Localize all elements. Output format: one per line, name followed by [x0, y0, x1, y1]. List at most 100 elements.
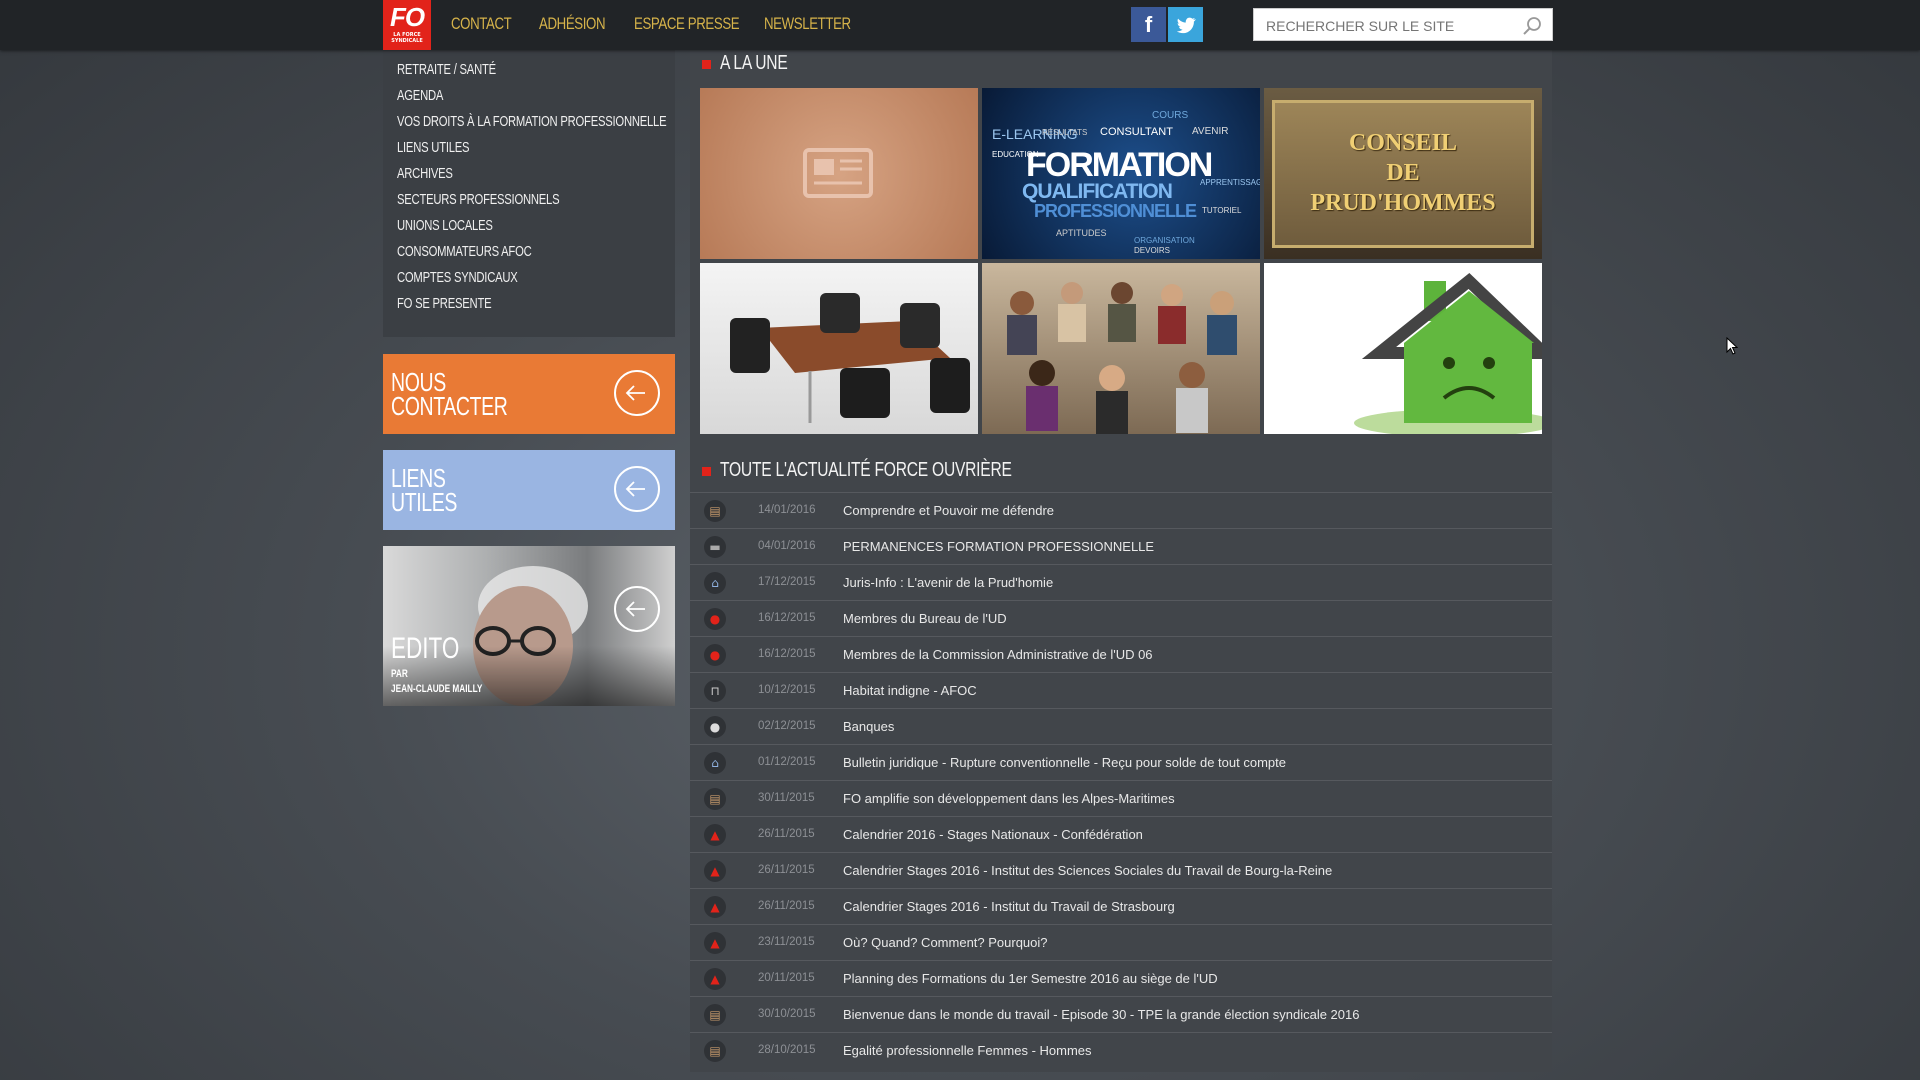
arrow-left-icon: [614, 370, 660, 416]
nav-espace-presse[interactable]: ESPACE PRESSE: [634, 14, 740, 34]
tile-word: TUTORIEL: [1202, 206, 1242, 215]
nav-newsletter[interactable]: NEWSLETTER: [764, 14, 851, 34]
news-link[interactable]: Bulletin juridique - Rupture conventionn…: [843, 755, 1286, 770]
sidebar-item-archives[interactable]: ARCHIVES: [397, 165, 453, 182]
news-link[interactable]: Calendrier Stages 2016 - Institut du Tra…: [843, 899, 1175, 914]
search-icon[interactable]: [1522, 16, 1542, 36]
news-link[interactable]: Calendrier Stages 2016 - Institut des Sc…: [843, 863, 1332, 878]
news-link[interactable]: Habitat indigne - AFOC: [843, 683, 977, 698]
news-link[interactable]: FO amplifie son développement dans les A…: [843, 791, 1175, 806]
une-tile-groupe[interactable]: [982, 263, 1260, 434]
news-link[interactable]: Planning des Formations du 1er Semestre …: [843, 971, 1218, 986]
sidebar-item-secteurs[interactable]: SECTEURS PROFESSIONNELS: [397, 191, 560, 208]
news-link[interactable]: Membres de la Commission Administrative …: [843, 647, 1153, 662]
news-date: 30/10/2015: [758, 1008, 816, 1020]
edito-author: JEAN-CLAUDE MAILLY: [391, 683, 483, 695]
news-row[interactable]: ● 16/12/2015 Membres de la Commission Admi…: [690, 636, 1552, 673]
sidebar-item-retraite[interactable]: RETRAITE / SANTÉ: [397, 61, 496, 78]
twitter-icon[interactable]: [1168, 7, 1203, 42]
news-date: 10/12/2015: [758, 684, 816, 696]
edito-title: EDITO: [391, 632, 460, 665]
nav-contact[interactable]: CONTACT: [451, 14, 512, 34]
news-row[interactable]: ▤ 30/11/2015 FO amplifie son développement…: [690, 780, 1552, 817]
news-row[interactable]: ▲ 26/11/2015 Calendrier Stages 2016 - Inst…: [690, 888, 1552, 925]
news-row[interactable]: ▲ 26/11/2015 Calendrier Stages 2016 - Inst…: [690, 852, 1552, 889]
news-link[interactable]: Juris-Info : L'avenir de la Prud'homie: [843, 575, 1053, 590]
pawn-icon: ▲: [704, 860, 726, 882]
edito-card[interactable]: EDITO PAR JEAN-CLAUDE MAILLY: [383, 546, 675, 706]
tile-word: EDUCATION: [992, 150, 1039, 159]
pawn-icon: ▲: [704, 896, 726, 918]
cta-label: CONTACTER: [391, 391, 508, 421]
search-box: [1253, 8, 1553, 41]
une-tile-habitat[interactable]: [1264, 263, 1542, 434]
news-link[interactable]: Membres du Bureau de l'UD: [843, 611, 1007, 626]
news-row[interactable]: ⌂ 01/12/2015 Bulletin juridique - Rupture …: [690, 744, 1552, 781]
nav-adhesion[interactable]: ADHÉSION: [539, 14, 606, 34]
une-tile-formation[interactable]: E-LEARNING CONSULTANT COURS AVENIR FORMA…: [982, 88, 1260, 259]
sidebar-item-liens[interactable]: LIENS UTILES: [397, 139, 470, 156]
search-input[interactable]: [1264, 15, 1498, 37]
edito-by: PAR: [391, 668, 408, 680]
sidebar-item-afoc[interactable]: CONSOMMATEURS AFOC: [397, 243, 532, 260]
section-marker: [702, 467, 711, 476]
news-date: 14/01/2016: [758, 504, 816, 516]
news-row[interactable]: ▤ 28/10/2015 Egalité professionnelle Femme…: [690, 1032, 1552, 1069]
news-row[interactable]: ▤ 30/10/2015 Bienvenue dans le monde du tr…: [690, 996, 1552, 1033]
cart-icon: ⊓: [704, 680, 726, 702]
news-row[interactable]: ▲ 23/11/2015 Où? Quand? Comment? Pourquoi?: [690, 924, 1552, 961]
arrow-left-icon: [614, 586, 660, 632]
news-date: 02/12/2015: [758, 720, 816, 732]
main-content: A LA UNE E-LEARNING CONSULTANT COURS AVE…: [690, 50, 1552, 1072]
logo-subtext: SYNDICALE: [391, 38, 423, 44]
sidebar-item-agenda[interactable]: AGENDA: [397, 87, 443, 104]
news-date: 28/10/2015: [758, 1044, 816, 1056]
sidebar-item-unions[interactable]: UNIONS LOCALES: [397, 217, 493, 234]
news-date: 26/11/2015: [758, 900, 815, 912]
une-tile-conseil[interactable]: CONSEIL DE PRUD'HOMMES: [1264, 88, 1542, 259]
sidebar-item-fo-presente[interactable]: FO SE PRESENTE: [397, 295, 492, 312]
news-link[interactable]: Où? Quand? Comment? Pourquoi?: [843, 935, 1048, 950]
liens-utiles-button[interactable]: LIENS UTILES: [383, 450, 675, 530]
news-row[interactable]: ▲ 26/11/2015 Calendrier 2016 - Stages Nati…: [690, 816, 1552, 853]
fo-logo[interactable]: FO LA FORCE SYNDICALE: [383, 0, 431, 50]
section-marker: [702, 60, 711, 69]
une-tile-reunion[interactable]: [700, 263, 978, 434]
news-row[interactable]: ● 16/12/2015 Membres du Bureau de l'UD: [690, 600, 1552, 637]
news-link[interactable]: Egalité professionnelle Femmes - Hommes: [843, 1043, 1092, 1058]
news-link[interactable]: Comprendre et Pouvoir me défendre: [843, 503, 1054, 518]
news-row[interactable]: ▬ 04/01/2016 PERMANENCES FORMATION PROFESS…: [690, 528, 1552, 565]
people-icon: ●: [704, 644, 726, 666]
tile-word: AVENIR: [1192, 126, 1229, 137]
tile-word: CONSULTANT: [1100, 126, 1173, 138]
sidebar-item-comptes[interactable]: COMPTES SYNDICAUX: [397, 269, 518, 286]
news-date: 17/12/2015: [758, 576, 816, 588]
pawn-icon: ▲: [704, 968, 726, 990]
news-row[interactable]: ⊓ 10/12/2015 Habitat indigne - AFOC: [690, 672, 1552, 709]
news-link[interactable]: Bienvenue dans le monde du travail - Epi…: [843, 1007, 1359, 1022]
sidebar-item-cut[interactable]: [397, 50, 400, 59]
news-row[interactable]: ⌂ 17/12/2015 Juris-Info : L'avenir de la P…: [690, 564, 1552, 601]
news-date: 23/11/2015: [758, 936, 815, 948]
newspaper-icon: [803, 148, 873, 198]
news-date: 26/11/2015: [758, 828, 815, 840]
news-date: 01/12/2015: [758, 756, 816, 768]
tile-word: APTITUDES: [1056, 228, 1107, 238]
news-row[interactable]: ● 02/12/2015 Banques: [690, 708, 1552, 745]
group-photo-image: [1007, 282, 1237, 434]
news-row[interactable]: ▤ 14/01/2016 Comprendre et Pouvoir me défe…: [690, 492, 1552, 529]
cta-label: UTILES: [391, 487, 458, 517]
nous-contacter-button[interactable]: NOUS CONTACTER: [383, 354, 675, 434]
news-link[interactable]: Banques: [843, 719, 894, 734]
facebook-icon[interactable]: f: [1131, 7, 1166, 42]
newspaper-icon: ▤: [704, 1040, 726, 1062]
tile-word: PROFESSIONNELLE: [1034, 201, 1197, 221]
sidebar-item-formation[interactable]: VOS DROITS À LA FORMATION PROFESSIONNELL…: [397, 113, 667, 130]
arrow-left-icon: [614, 466, 660, 512]
news-date: 26/11/2015: [758, 864, 815, 876]
news-link[interactable]: PERMANENCES FORMATION PROFESSIONNELLE: [843, 539, 1154, 554]
book-icon: ▬: [704, 536, 726, 558]
news-row[interactable]: ▲ 20/11/2015 Planning des Formations du 1e…: [690, 960, 1552, 997]
une-tile-news[interactable]: [700, 88, 978, 259]
news-link[interactable]: Calendrier 2016 - Stages Nationaux - Con…: [843, 827, 1143, 842]
